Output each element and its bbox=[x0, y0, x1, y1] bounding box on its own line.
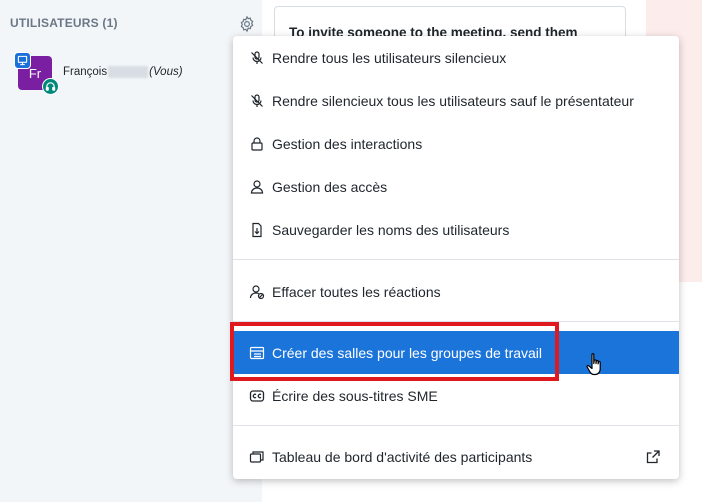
hand-cursor-icon bbox=[586, 352, 608, 378]
mute-icon bbox=[249, 93, 265, 109]
menu-item-access[interactable]: Gestion des accès bbox=[233, 165, 679, 208]
menu-item-activity-dashboard[interactable]: Tableau de bord d'activité des participa… bbox=[233, 435, 679, 478]
menu-item-label: Sauvegarder les noms des utilisateurs bbox=[272, 221, 510, 238]
external-link-icon bbox=[645, 449, 661, 465]
closed-captions-icon bbox=[249, 388, 265, 404]
menu-item-mute-all-except-presenter[interactable]: Rendre silencieux tous les utilisateurs … bbox=[233, 79, 679, 122]
user-name-text: François bbox=[63, 66, 108, 79]
avatar-initials: Fr bbox=[28, 65, 42, 81]
users-title: UTILISATEURS (1) bbox=[10, 16, 118, 30]
menu-item-label: Gestion des interactions bbox=[272, 135, 423, 152]
menu-item-label: Rendre tous les utilisateurs silencieux bbox=[272, 49, 507, 66]
user-list-item[interactable]: Fr François (Vous) bbox=[14, 52, 256, 96]
users-panel: UTILISATEURS (1) Fr François (Vous) bbox=[0, 0, 262, 502]
menu-item-label: Gestion des accès bbox=[272, 178, 388, 195]
gear-icon[interactable] bbox=[238, 15, 256, 33]
menu-divider bbox=[233, 425, 679, 426]
highlight-annotation bbox=[230, 322, 559, 381]
user-name: François (Vous) bbox=[63, 66, 183, 78]
menu-item-interactions[interactable]: Gestion des interactions bbox=[233, 122, 679, 165]
user-clear-icon bbox=[249, 284, 265, 300]
mute-icon bbox=[249, 50, 265, 66]
user-options-menu: Rendre tous les utilisateurs silencieux … bbox=[233, 36, 679, 479]
menu-item-label: Tableau de bord d'activité des participa… bbox=[272, 448, 533, 465]
menu-item-clear-reactions[interactable]: Effacer toutes les réactions bbox=[233, 270, 679, 313]
menu-divider bbox=[233, 259, 679, 260]
dashboard-icon bbox=[249, 449, 265, 465]
user-icon bbox=[249, 179, 265, 195]
redacted-name bbox=[108, 66, 149, 78]
menu-item-label: Effacer toutes les réactions bbox=[272, 283, 441, 300]
menu-item-save-names[interactable]: Sauvegarder les noms des utilisateurs bbox=[233, 208, 679, 251]
lock-icon bbox=[249, 136, 265, 152]
headphones-icon bbox=[42, 78, 59, 95]
menu-item-mute-all[interactable]: Rendre tous les utilisateurs silencieux bbox=[233, 36, 679, 79]
download-icon bbox=[249, 222, 265, 238]
menu-item-label: Écrire des sous-titres SME bbox=[272, 387, 438, 404]
menu-item-label: Rendre silencieux tous les utilisateurs … bbox=[272, 92, 634, 109]
presenter-icon bbox=[14, 52, 31, 69]
you-label: (Vous) bbox=[149, 66, 183, 79]
